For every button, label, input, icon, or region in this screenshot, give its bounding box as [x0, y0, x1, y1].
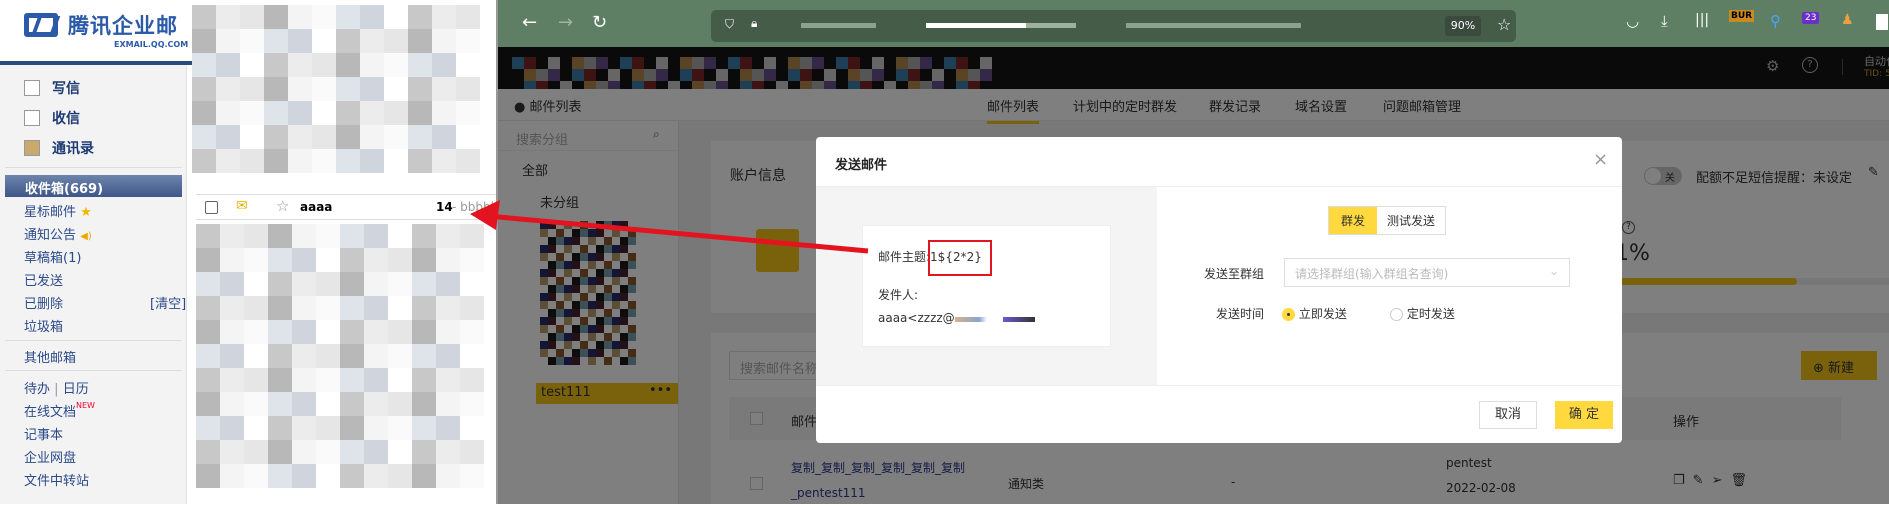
- radio-empty-icon: [1390, 308, 1403, 321]
- star-outline-icon[interactable]: ☆: [276, 197, 289, 215]
- blurred-mail-list-top: [192, 5, 480, 173]
- mail-list-row[interactable]: ✉ ☆ aaaa 14 - bbbbb: [196, 194, 496, 220]
- folder-inbox[interactable]: 收件箱(669): [5, 175, 182, 197]
- burp-extension-icon[interactable]: BUR: [1729, 10, 1755, 22]
- subject-label: 邮件主题:: [878, 250, 931, 264]
- speaker-icon: ◀): [80, 231, 92, 242]
- logo-text: 腾讯企业邮: [68, 14, 178, 38]
- shield-icon[interactable]: ⛉: [725, 17, 734, 32]
- docs-label: 在线文档: [24, 405, 77, 420]
- netdisk-link[interactable]: 企业网盘: [24, 447, 76, 466]
- forward-icon[interactable]: →: [558, 12, 573, 33]
- radio-label: 定时发送: [1406, 307, 1455, 321]
- send-mail-dialog: 发送邮件 × 邮件主题:1${2*2} 发件人: aaaa<zzzz@ 群发 测…: [816, 137, 1622, 443]
- folder-deleted[interactable]: 已删除: [24, 293, 63, 312]
- pocket-icon[interactable]: ◡: [1626, 12, 1639, 30]
- blurred-mail-list-bottom: [196, 224, 484, 488]
- calendar-link[interactable]: 日历: [63, 382, 89, 397]
- contacts-label: 通讯录: [52, 141, 94, 157]
- folder-label: 星标邮件: [24, 205, 77, 220]
- todo-link[interactable]: 待办: [24, 382, 50, 397]
- todo-calendar: 待办 | 日历: [24, 378, 89, 397]
- blurred-url: [801, 23, 1301, 28]
- folder-label: 通知公告: [24, 228, 77, 243]
- receive-label: 收信: [52, 111, 80, 127]
- star-icon: ★: [80, 205, 92, 220]
- close-icon[interactable]: ×: [1593, 149, 1608, 170]
- row-date: 14: [436, 200, 453, 214]
- receive-icon: [24, 110, 40, 126]
- radio-selected-icon: [1282, 308, 1295, 321]
- library-icon[interactable]: |||: [1695, 12, 1709, 28]
- exmail-pane: 腾讯企业邮 EXMAIL.QQ.COM 写信 收信 通讯录 收件箱(669) 星…: [0, 0, 496, 504]
- compose-label: 写信: [52, 81, 80, 97]
- send-mode-tabs: 群发 测试发送: [1328, 206, 1447, 235]
- contacts-icon: [24, 140, 40, 156]
- divider: [5, 340, 182, 341]
- chevron-down-icon: ⌄: [1548, 264, 1559, 278]
- lock-icon[interactable]: 🔒︎: [751, 16, 757, 31]
- compose-icon: [24, 80, 40, 96]
- row-sender: aaaa: [300, 200, 333, 214]
- group-field-label: 发送至群组: [1203, 267, 1264, 281]
- folder-spam[interactable]: 垃圾箱: [24, 316, 63, 335]
- download-icon[interactable]: ⤓: [1661, 12, 1668, 30]
- time-field-label: 发送时间: [1215, 307, 1264, 321]
- contacts-button[interactable]: 通讯录: [24, 138, 94, 158]
- annotation-red-box: [928, 240, 993, 276]
- divider: [5, 370, 182, 371]
- reload-icon[interactable]: ↻: [592, 12, 607, 33]
- sender-label: 发件人:: [878, 288, 919, 302]
- notebook-link[interactable]: 记事本: [24, 424, 63, 443]
- subject-value-wrapper: 1${2*2}: [928, 240, 993, 276]
- tab-bulk-send[interactable]: 群发: [1329, 207, 1378, 234]
- folder-sent[interactable]: 已发送: [24, 270, 63, 289]
- url-bar[interactable]: ⛉ 🔒︎ 90% ☆: [711, 10, 1516, 42]
- group-select[interactable]: 请选择群组(输入群组名查询) ⌄: [1284, 258, 1570, 287]
- dialog-title: 发送邮件: [835, 158, 888, 173]
- logo-icon: [24, 13, 58, 37]
- back-icon[interactable]: ←: [522, 12, 537, 33]
- separator: |: [54, 382, 59, 397]
- folder-drafts[interactable]: 草稿箱(1): [24, 247, 81, 266]
- row-checkbox[interactable]: [205, 201, 218, 214]
- compose-button[interactable]: 写信: [24, 78, 80, 98]
- group-placeholder: 请选择群组(输入群组名查询): [1295, 267, 1449, 281]
- row-preview: - bbbbb: [452, 200, 496, 214]
- other-mailboxes[interactable]: 其他邮箱: [24, 347, 76, 366]
- browser-toolbar: ← → ↻ ⛉ 🔒︎ 90% ☆ ◡ ⤓ ||| BUR ⚲ 23 ♟: [498, 0, 1889, 47]
- sender-line: aaaa<zzzz@: [878, 311, 1035, 325]
- folder-notices[interactable]: 通知公告 ◀): [24, 224, 92, 243]
- bookmark-star-icon[interactable]: ☆: [1497, 15, 1511, 34]
- clear-trash-link[interactable]: [清空]: [150, 293, 186, 312]
- panda-extension-icon[interactable]: [1876, 14, 1888, 30]
- online-docs-link[interactable]: 在线文档NEW: [24, 401, 95, 420]
- envelope-icon: ✉: [236, 198, 248, 214]
- subject-line: 邮件主题:1${2*2}: [878, 240, 993, 276]
- mail-preview-panel: 邮件主题:1${2*2} 发件人: aaaa<zzzz@: [816, 187, 1157, 385]
- new-badge: NEW: [76, 401, 95, 410]
- radio-scheduled[interactable]: 定时发送: [1390, 305, 1455, 322]
- mail-preview-card: 邮件主题:1${2*2} 发件人: aaaa<zzzz@: [862, 225, 1111, 347]
- radio-send-now[interactable]: 立即发送: [1282, 305, 1347, 322]
- confirm-button[interactable]: 确 定: [1555, 401, 1613, 429]
- sender-value: aaaa<zzzz@: [878, 311, 955, 325]
- dialog-header: 发送邮件 ×: [816, 137, 1622, 187]
- badge-extension-icon[interactable]: 23: [1802, 12, 1820, 24]
- receive-button[interactable]: 收信: [24, 108, 80, 128]
- exmail-logo[interactable]: 腾讯企业邮 EXMAIL.QQ.COM: [22, 10, 188, 50]
- pin-extension-icon[interactable]: ⚲: [1770, 12, 1781, 30]
- person-extension-icon[interactable]: ♟: [1841, 12, 1854, 28]
- logo-subtext: EXMAIL.QQ.COM: [114, 40, 189, 49]
- cancel-button[interactable]: 取消: [1479, 401, 1537, 429]
- file-transfer-link[interactable]: 文件中转站: [24, 470, 89, 489]
- divider: [5, 167, 182, 168]
- tab-test-send[interactable]: 测试发送: [1377, 207, 1446, 234]
- blurred-sender-domain: [954, 317, 1035, 322]
- radio-label: 立即发送: [1298, 307, 1347, 321]
- dialog-footer: 取消 确 定: [816, 385, 1622, 443]
- folder-starred[interactable]: 星标邮件 ★: [24, 201, 92, 220]
- zoom-level[interactable]: 90%: [1445, 16, 1481, 36]
